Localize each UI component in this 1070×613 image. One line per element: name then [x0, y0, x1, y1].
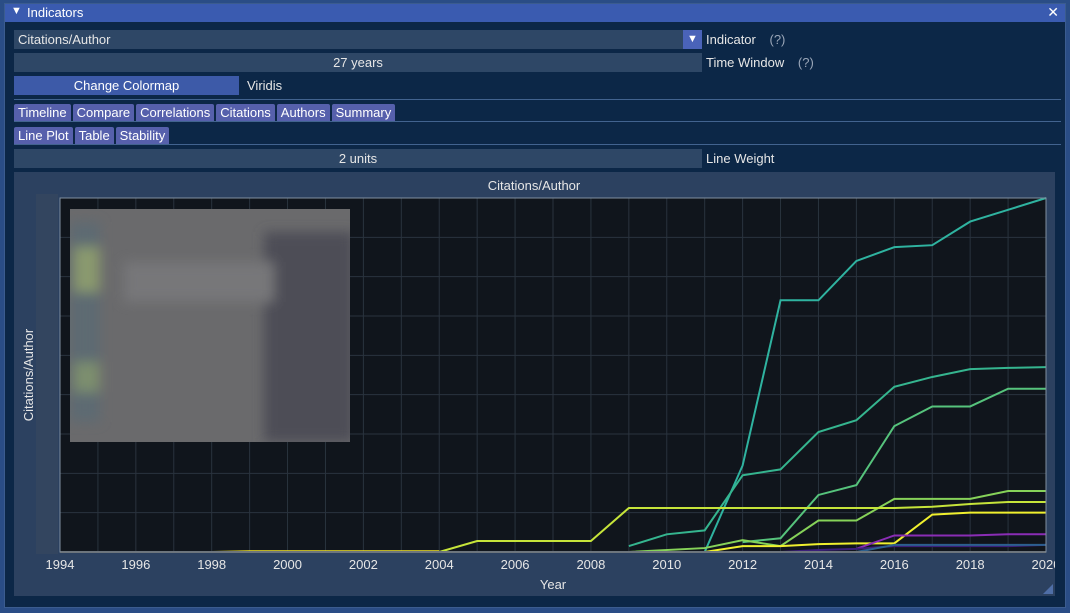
tab-authors[interactable]: Authors	[276, 104, 330, 121]
subtab-line-plot[interactable]: Line Plot	[14, 127, 73, 144]
resize-grip-icon[interactable]	[1043, 584, 1053, 594]
x-tick-label: 1996	[121, 557, 150, 572]
line-weight-label: Line Weight	[706, 151, 775, 166]
time-window-slider[interactable]: 27 years	[14, 53, 702, 72]
indicator-label-row: Indicator (?)	[706, 32, 785, 47]
tabbar-underline	[14, 121, 1061, 122]
x-tick-label: 2008	[576, 557, 605, 572]
tab-compare[interactable]: Compare	[72, 104, 135, 121]
x-tick-label: 1998	[197, 557, 226, 572]
indicators-window: ▼ Indicators ✕ Citations/Author ▼ Indica…	[4, 3, 1066, 608]
x-tick-label: 2004	[425, 557, 454, 572]
plot-frame[interactable]: Citations/Author Year Citations/Author 1…	[14, 172, 1060, 596]
x-tick-label: 2020	[1032, 557, 1055, 572]
line-chart[interactable]: Citations/Author Year Citations/Author 1…	[14, 172, 1060, 596]
x-tick-label: 2014	[804, 557, 833, 572]
time-window-label: Time Window	[706, 55, 785, 70]
time-window-help-icon[interactable]: (?)	[798, 55, 814, 70]
tab-correlations[interactable]: Correlations	[136, 104, 215, 121]
window-title: Indicators	[27, 5, 84, 20]
x-tick-label: 2010	[652, 557, 681, 572]
indicator-select[interactable]: Citations/Author ▼	[14, 30, 702, 49]
subtab-table[interactable]: Table	[74, 127, 114, 144]
indicator-value: Citations/Author	[18, 32, 111, 47]
x-tick-label: 2000	[273, 557, 302, 572]
x-tick-label: 2018	[956, 557, 985, 572]
time-window-label-row: Time Window (?)	[706, 55, 814, 70]
dropdown-arrow-icon[interactable]: ▼	[683, 30, 702, 49]
legend-blurred	[70, 209, 350, 442]
tab-summary[interactable]: Summary	[331, 104, 396, 121]
x-tick-label: 2006	[501, 557, 530, 572]
x-tick-label: 2012	[728, 557, 757, 572]
y-axis-label: Citations/Author	[21, 328, 36, 421]
x-tick-label: 2016	[880, 557, 909, 572]
separator	[14, 99, 1061, 100]
close-icon[interactable]: ✕	[1047, 4, 1059, 21]
indicator-label: Indicator	[706, 32, 756, 47]
x-axis-label: Year	[540, 577, 567, 592]
indicator-help-icon[interactable]: (?)	[770, 32, 786, 47]
chart-title: Citations/Author	[488, 178, 581, 193]
tab-citations[interactable]: Citations	[216, 104, 275, 121]
line-weight-slider[interactable]: 2 units	[14, 149, 702, 168]
x-tick-label: 1994	[46, 557, 75, 572]
subtab-stability[interactable]: Stability	[115, 127, 170, 144]
subtabbar-underline	[14, 144, 1061, 145]
tab-timeline[interactable]: Timeline	[14, 104, 71, 121]
x-tick-label: 2002	[349, 557, 378, 572]
y-tick-labels-blurred	[36, 194, 58, 554]
colormap-name: Viridis	[247, 78, 283, 93]
change-colormap-button[interactable]: Change Colormap	[14, 76, 239, 95]
title-bar[interactable]: ▼ Indicators ✕	[5, 4, 1065, 22]
collapse-triangle-icon[interactable]: ▼	[11, 5, 22, 17]
